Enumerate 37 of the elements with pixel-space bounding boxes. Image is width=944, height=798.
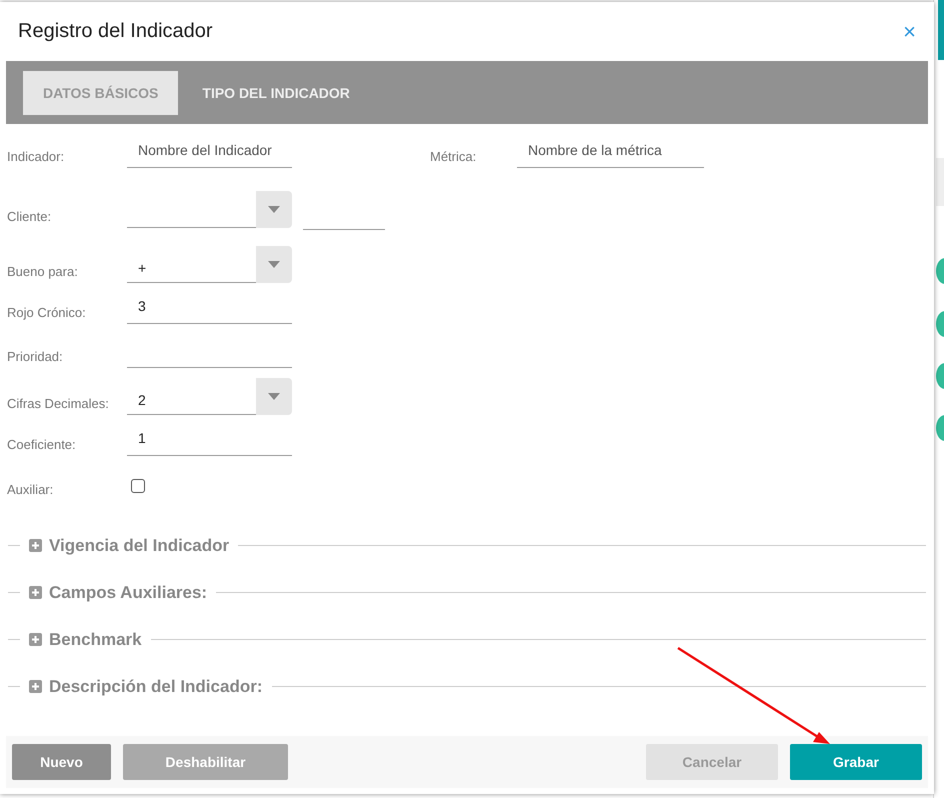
caret-icon	[268, 393, 280, 400]
field-label: Métrica:	[430, 149, 478, 166]
dialog-title: Registro del Indicador	[18, 20, 213, 43]
plus-icon	[29, 633, 42, 646]
field-label: Rojo Crónico:	[7, 305, 87, 322]
caret-icon	[268, 261, 280, 268]
dark-button[interactable]: Nuevo	[12, 744, 111, 780]
field-label: Prioridad:	[7, 349, 64, 366]
field-label: Bueno para:	[7, 264, 79, 281]
background-header	[936, 158, 944, 206]
field-label: Cliente:	[7, 209, 52, 226]
caret-icon	[268, 206, 280, 213]
tab[interactable]: DATOS BÁSICOS	[23, 70, 178, 114]
field-label: Cifras Decimales:	[7, 396, 110, 413]
text-field[interactable]: Nombre de la métrica	[517, 138, 704, 168]
section-header[interactable]: Benchmark	[29, 630, 142, 650]
field-label: Indicador:	[7, 149, 66, 166]
checkbox[interactable]	[131, 479, 145, 493]
text-field[interactable]: 1	[127, 426, 292, 456]
field-label: Auxiliar:	[7, 482, 54, 499]
plus-icon	[29, 539, 42, 552]
light-button[interactable]: Deshabilitar	[123, 744, 288, 780]
section-header[interactable]: Vigencia del Indicador	[29, 536, 230, 556]
close-button[interactable]: ×	[903, 18, 916, 44]
plus-icon	[29, 586, 42, 599]
dropdown-button[interactable]	[256, 191, 292, 228]
tab[interactable]: TIPO DEL INDICADOR	[182, 70, 370, 114]
text-field[interactable]: 3	[127, 294, 292, 324]
dropdown-button[interactable]	[256, 246, 292, 283]
background-toolbar	[938, 0, 944, 60]
section-header[interactable]: Campos Auxiliares:	[29, 582, 208, 602]
dropdown-button[interactable]	[256, 378, 292, 415]
text-field[interactable]: Nombre del Indicador	[127, 138, 292, 168]
plus-icon	[29, 680, 42, 693]
section-header[interactable]: Descripción del Indicador:	[29, 676, 262, 696]
primary-button[interactable]: Grabar	[790, 744, 922, 780]
field-label: Coeficiente:	[7, 437, 77, 454]
